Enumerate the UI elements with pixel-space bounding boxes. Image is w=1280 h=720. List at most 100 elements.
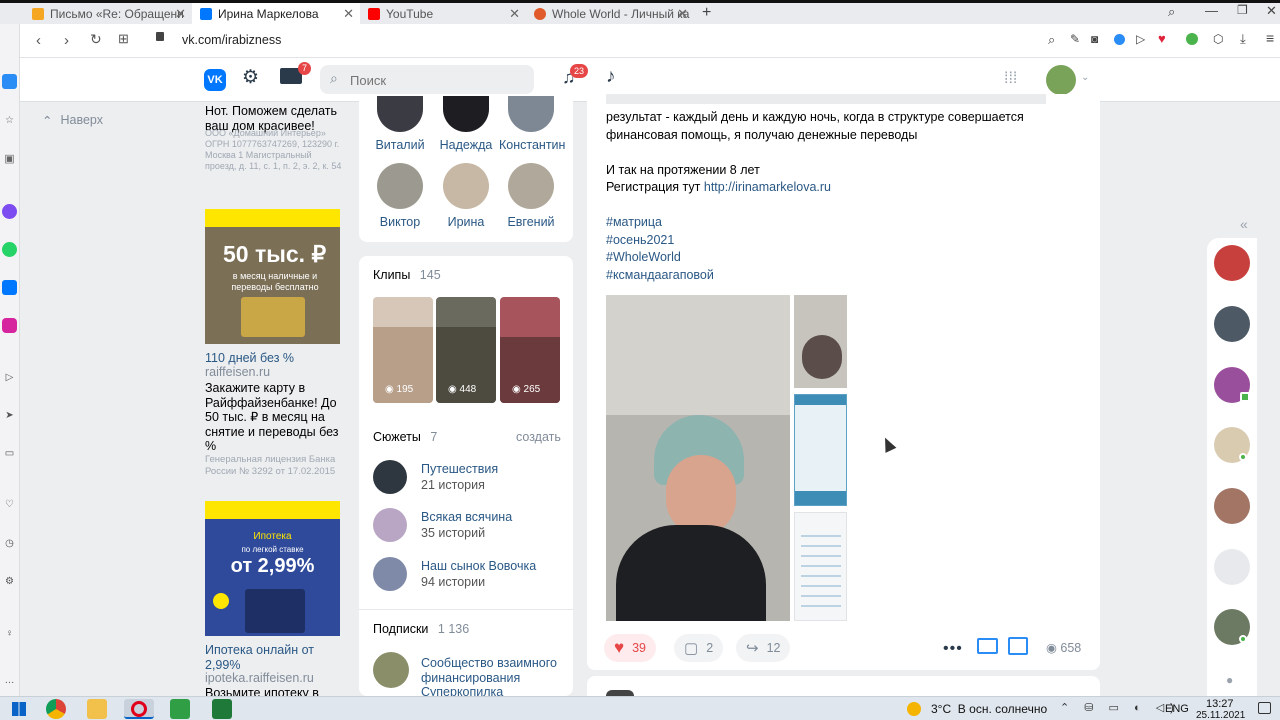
speed-dial-icon[interactable]: ⊞ xyxy=(118,31,129,47)
friend-item[interactable]: Надежда xyxy=(434,96,498,152)
weather-text[interactable]: 3°C В осн. солнечно xyxy=(931,702,1047,716)
vk-logo-icon[interactable]: VK xyxy=(204,69,226,91)
ad-banner-raiffeisen[interactable]: 50 тыс. ₽ в месяц наличные и переводы бе… xyxy=(205,209,340,344)
ad-title[interactable]: Ипотека онлайн от 2,99% xyxy=(205,643,335,672)
reload-icon[interactable]: ↻ xyxy=(90,31,102,48)
subscriptions-header[interactable]: Подписки 1 136 xyxy=(373,622,469,636)
chat-avatar[interactable] xyxy=(1214,306,1250,342)
tab-mail[interactable]: Письмо «Re: Обращени ✕ xyxy=(24,3,192,24)
opera-taskbar-icon[interactable] xyxy=(124,699,154,719)
edit-icon[interactable]: ✎ xyxy=(1070,32,1080,46)
collapse-chats-icon[interactable]: « xyxy=(1240,216,1248,232)
minimize-icon[interactable]: — xyxy=(1205,3,1218,18)
close-tab-icon[interactable]: ✕ xyxy=(175,6,186,22)
clip-item[interactable]: ◉ 265 xyxy=(500,297,560,403)
instagram-icon[interactable] xyxy=(2,318,17,333)
back-icon[interactable]: ‹ xyxy=(36,32,41,49)
clip-item[interactable]: ◉ 448 xyxy=(436,297,496,403)
search-page-icon[interactable]: ⌕ xyxy=(1048,32,1055,48)
home-icon[interactable] xyxy=(2,74,17,89)
chevron-down-icon[interactable]: ⌄ xyxy=(1081,72,1089,83)
ad-banner-mortgage[interactable]: Ипотека по легкой ставке от 2,99% xyxy=(205,501,340,636)
friend-item[interactable]: Виктор xyxy=(368,163,432,229)
story-item[interactable]: Всякая всячина 35 историй xyxy=(373,505,512,545)
new-tab-button[interactable]: + xyxy=(702,4,711,22)
language-indicator[interactable]: ENG xyxy=(1165,703,1189,715)
whatsapp-icon[interactable] xyxy=(2,242,17,257)
heart-icon[interactable]: ♡ xyxy=(2,497,17,512)
bookmark-icon[interactable]: ☆ xyxy=(2,113,17,128)
url-field[interactable]: vk.com/irabizness xyxy=(182,33,281,47)
tab-youtube[interactable]: YouTube ✕ xyxy=(360,3,526,24)
bulb-icon[interactable]: ♀ xyxy=(2,626,17,641)
share-button[interactable]: ↪ 12 xyxy=(736,634,791,662)
post-photo-small[interactable] xyxy=(794,295,847,388)
hashtag[interactable]: #матрица xyxy=(606,214,662,232)
envelope-icon[interactable] xyxy=(977,638,998,654)
chat-avatar[interactable] xyxy=(1214,549,1250,585)
app-icon[interactable] xyxy=(170,699,190,719)
close-tab-icon[interactable]: ✕ xyxy=(343,6,354,22)
story-item[interactable]: Путешествия 21 история xyxy=(373,457,498,497)
shield-icon[interactable] xyxy=(1114,34,1125,45)
ad-text[interactable]: Закажите карту в Райффайзенбанке! До 50 … xyxy=(205,381,343,454)
close-tab-icon[interactable]: ✕ xyxy=(677,6,688,22)
favorite-heart-icon[interactable]: ♥ xyxy=(1158,31,1166,46)
play-icon[interactable]: ▷ xyxy=(1136,32,1145,46)
tray-icons[interactable]: ⌃ ⛁ ▭ ◐ ◁) xyxy=(1060,701,1180,714)
explorer-icon[interactable] xyxy=(87,699,107,719)
hashtag[interactable]: #осень2021 xyxy=(606,232,674,250)
gear-icon[interactable]: ⚙ xyxy=(242,66,259,89)
camera-icon[interactable]: ◙ xyxy=(1091,32,1098,46)
registration-link[interactable]: http://irinamarkelova.ru xyxy=(704,180,831,194)
like-button[interactable]: ♥ 39 xyxy=(604,634,656,662)
forward-icon[interactable]: › xyxy=(64,32,69,49)
hashtag[interactable]: #ксмандаагаповой xyxy=(606,267,714,285)
messenger-icon[interactable] xyxy=(2,204,17,219)
friend-item[interactable]: Евгений xyxy=(499,163,563,229)
subscription-name[interactable]: Сообщество взаимного финансирования Супе… xyxy=(421,656,561,700)
post-photo-small[interactable] xyxy=(794,394,847,506)
more-options-icon[interactable]: ••• xyxy=(943,640,963,658)
chat-avatar[interactable] xyxy=(1214,488,1250,524)
close-tab-icon[interactable]: ✕ xyxy=(509,6,520,22)
more-icon[interactable]: … xyxy=(2,673,17,688)
post-photo-main[interactable] xyxy=(606,295,790,621)
tab-vk[interactable]: Ирина Маркелова ✕ xyxy=(192,3,360,24)
avatar[interactable] xyxy=(1046,65,1076,95)
friend-item[interactable]: Виталий xyxy=(368,96,432,152)
tab-wholeworld[interactable]: Whole World - Личный ка ✕ xyxy=(526,3,694,24)
app-icon[interactable] xyxy=(212,699,232,719)
settings-icon[interactable]: ⚙ xyxy=(2,574,17,589)
send-icon[interactable]: ➤ xyxy=(2,408,17,423)
ad-domain[interactable]: raiffeisen.ru xyxy=(205,365,270,379)
apps-grid-icon[interactable]: ⁞⁞⁞ xyxy=(1004,70,1017,88)
notifications-icon[interactable] xyxy=(1258,702,1271,714)
hashtag[interactable]: #WholeWorld xyxy=(606,249,681,267)
story-item[interactable]: Наш сынок Вовочка 94 истории xyxy=(373,554,536,594)
search-box[interactable]: ⌕ xyxy=(320,65,534,94)
subscription-avatar[interactable] xyxy=(373,652,409,688)
post-photo-small[interactable] xyxy=(794,512,847,621)
clock-date[interactable]: 25.11.2021 xyxy=(1196,710,1245,720)
tabs-icon[interactable]: ▭ xyxy=(2,446,17,461)
stories-header[interactable]: Сюжеты 7 xyxy=(373,430,437,444)
friend-item[interactable]: Константин xyxy=(499,96,565,152)
music-icon[interactable]: ♪ xyxy=(606,66,616,88)
wallet-icon[interactable]: ▣ xyxy=(2,151,17,166)
close-window-icon[interactable]: ✕ xyxy=(1266,3,1277,19)
player-icon[interactable]: ▷ xyxy=(2,370,17,385)
clip-item[interactable]: ◉ 195 xyxy=(373,297,433,403)
vk-side-icon[interactable] xyxy=(2,280,17,295)
ad-title[interactable]: 110 дней без % xyxy=(205,351,294,365)
clips-header[interactable]: Клипы 145 xyxy=(373,268,441,282)
chat-avatar[interactable] xyxy=(1214,245,1250,281)
cube-icon[interactable]: ⬡ xyxy=(1213,32,1223,46)
chat-bubble-icon[interactable]: ● xyxy=(1226,673,1233,687)
download-icon[interactable]: ⤓ xyxy=(1240,31,1246,47)
back-to-top[interactable]: ⌃ Наверх xyxy=(42,113,103,128)
menu-icon[interactable]: ≡ xyxy=(1266,30,1274,46)
calendar-icon[interactable] xyxy=(1008,637,1028,655)
clock-time[interactable]: 13:27 xyxy=(1206,698,1234,710)
start-icon[interactable] xyxy=(12,702,26,716)
